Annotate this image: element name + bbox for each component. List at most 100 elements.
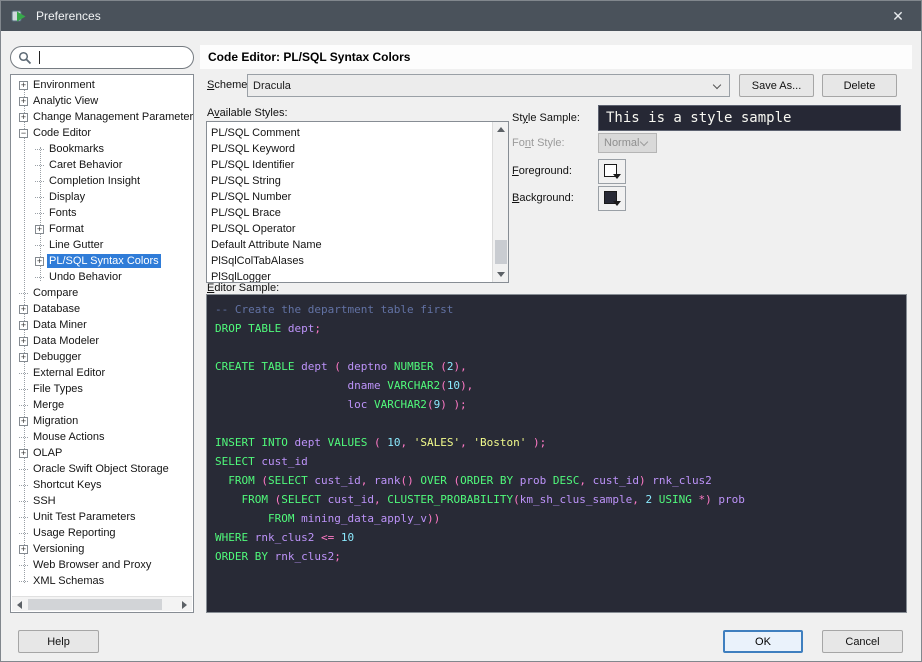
tree-horizontal-scrollbar[interactable] — [12, 596, 192, 611]
foreground-color-button[interactable] — [598, 159, 626, 184]
style-list-item[interactable]: PL/SQL String — [207, 173, 508, 189]
scroll-left-icon[interactable] — [17, 601, 22, 609]
style-list-item[interactable]: PL/SQL Number — [207, 189, 508, 205]
style-list-item[interactable]: Default Attribute Name — [207, 237, 508, 253]
expand-icon[interactable]: + — [35, 257, 44, 266]
style-list-item[interactable]: PL/SQL Comment — [207, 125, 508, 141]
expand-icon[interactable]: + — [19, 545, 28, 554]
tree-item[interactable]: Display — [11, 189, 193, 205]
tree-item[interactable]: +OLAP — [11, 445, 193, 461]
styles-vertical-scrollbar[interactable] — [492, 122, 508, 282]
scroll-right-icon[interactable] — [182, 601, 187, 609]
tree-item[interactable]: +Format — [11, 221, 193, 237]
expand-icon[interactable]: + — [19, 305, 28, 314]
tree-item-label: OLAP — [31, 446, 64, 460]
expand-icon[interactable]: + — [19, 113, 28, 122]
expand-icon[interactable]: + — [19, 337, 28, 346]
tree-item[interactable]: Bookmarks — [11, 141, 193, 157]
tree-item[interactable]: Fonts — [11, 205, 193, 221]
tree-item[interactable]: +Change Management Parameters — [11, 109, 193, 125]
scheme-select[interactable]: Dracula — [247, 74, 730, 97]
tree-item[interactable]: Web Browser and Proxy — [11, 557, 193, 573]
tree-item[interactable]: Undo Behavior — [11, 269, 193, 285]
expand-icon[interactable]: + — [19, 321, 28, 330]
preferences-tree: +Environment+Analytic View+Change Manage… — [11, 77, 193, 597]
tree-item[interactable]: Completion Insight — [11, 173, 193, 189]
tree-item-label: SSH — [31, 494, 58, 508]
tree-item[interactable]: +Data Miner — [11, 317, 193, 333]
tree-item-label: Environment — [31, 78, 97, 92]
code-line: SELECT cust_id — [215, 452, 898, 471]
font-style-label: Font Style: — [512, 133, 565, 153]
tree-item-label: Debugger — [31, 350, 83, 364]
tree-item[interactable]: Merge — [11, 397, 193, 413]
expand-icon[interactable]: + — [19, 97, 28, 106]
tree-item[interactable]: Usage Reporting — [11, 525, 193, 541]
tree-item-label: Data Miner — [31, 318, 89, 332]
tree-connector — [35, 149, 44, 150]
style-sample-label: Style Sample: — [512, 105, 580, 131]
save-as-button[interactable]: Save As... — [739, 74, 814, 97]
expand-icon[interactable]: + — [19, 417, 28, 426]
tree-search-box[interactable] — [10, 46, 194, 69]
tree-item-label: Migration — [31, 414, 80, 428]
expand-icon[interactable]: + — [19, 81, 28, 90]
cancel-button[interactable]: Cancel — [822, 630, 903, 653]
ok-button[interactable]: OK — [723, 630, 803, 653]
style-list-item[interactable]: PlSqlColTabAlases — [207, 253, 508, 269]
tree-item[interactable]: −Code Editor — [11, 125, 193, 141]
scroll-down-icon[interactable] — [497, 272, 505, 277]
tree-item[interactable]: +PL/SQL Syntax Colors — [11, 253, 193, 269]
tree-item[interactable]: Line Gutter — [11, 237, 193, 253]
page-title: Code Editor: PL/SQL Syntax Colors — [200, 45, 912, 69]
style-list-item[interactable]: PlSqlLogger — [207, 269, 508, 283]
scheme-value: Dracula — [253, 80, 291, 92]
expand-icon[interactable]: + — [19, 449, 28, 458]
tree-connector — [19, 581, 28, 582]
tree-item[interactable]: SSH — [11, 493, 193, 509]
delete-button[interactable]: Delete — [822, 74, 897, 97]
tree-item-label: Versioning — [31, 542, 86, 556]
tree-item[interactable]: +Analytic View — [11, 93, 193, 109]
expand-icon[interactable]: + — [19, 353, 28, 362]
style-list-item[interactable]: PL/SQL Keyword — [207, 141, 508, 157]
tree-item[interactable]: Compare — [11, 285, 193, 301]
help-button[interactable]: Help — [18, 630, 99, 653]
scroll-up-icon[interactable] — [497, 127, 505, 132]
tree-connector — [19, 565, 28, 566]
background-color-button[interactable] — [598, 186, 626, 211]
tree-item-label: Merge — [31, 398, 66, 412]
tree-item-label: Oracle Swift Object Storage — [31, 462, 171, 476]
window-title: Preferences — [36, 9, 101, 23]
tree-item[interactable]: +Migration — [11, 413, 193, 429]
tree-item-label: External Editor — [31, 366, 107, 380]
style-list-item[interactable]: PL/SQL Identifier — [207, 157, 508, 173]
collapse-icon[interactable]: − — [19, 129, 28, 138]
tree-item[interactable]: Caret Behavior — [11, 157, 193, 173]
tree-connector — [19, 501, 28, 502]
tree-connector — [19, 469, 28, 470]
scrollbar-thumb[interactable] — [28, 599, 162, 610]
close-icon[interactable]: ✕ — [875, 1, 921, 31]
style-list-item[interactable]: PL/SQL Operator — [207, 221, 508, 237]
tree-item[interactable]: Oracle Swift Object Storage — [11, 461, 193, 477]
tree-item[interactable]: External Editor — [11, 365, 193, 381]
tree-item[interactable]: XML Schemas — [11, 573, 193, 589]
tree-item[interactable]: +Versioning — [11, 541, 193, 557]
scrollbar-thumb[interactable] — [495, 240, 507, 264]
expand-icon[interactable]: + — [35, 225, 44, 234]
tree-connector — [35, 245, 44, 246]
style-sample-text: This is a style sample — [606, 110, 791, 126]
tree-item[interactable]: Unit Test Parameters — [11, 509, 193, 525]
style-list-item[interactable]: PL/SQL Brace — [207, 205, 508, 221]
font-style-select: Normal — [598, 133, 657, 153]
tree-item[interactable]: +Data Modeler — [11, 333, 193, 349]
tree-item-label: File Types — [31, 382, 85, 396]
tree-item[interactable]: +Debugger — [11, 349, 193, 365]
tree-item[interactable]: Mouse Actions — [11, 429, 193, 445]
tree-item[interactable]: Shortcut Keys — [11, 477, 193, 493]
tree-item[interactable]: File Types — [11, 381, 193, 397]
tree-item[interactable]: +Environment — [11, 77, 193, 93]
search-input[interactable] — [41, 48, 189, 67]
tree-item[interactable]: +Database — [11, 301, 193, 317]
